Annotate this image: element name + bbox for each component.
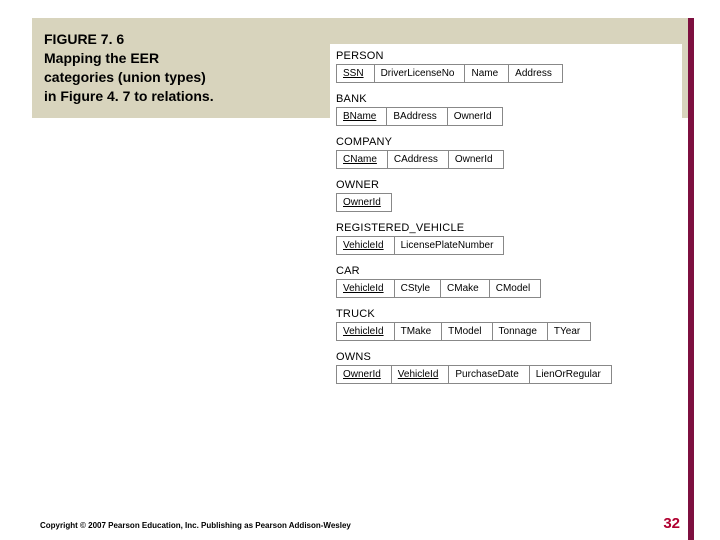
relation-block: PERSON SSNDriverLicenseNoNameAddress [336, 50, 676, 83]
relation-name: OWNER [336, 179, 676, 191]
relation-attribute: VehicleId [337, 323, 395, 340]
relation-schema-row: VehicleIdTMakeTModelTonnageTYear [336, 322, 591, 341]
relation-attribute: TYear [548, 323, 591, 340]
relation-block: TRUCK VehicleIdTMakeTModelTonnageTYear [336, 308, 676, 341]
relation-attribute: BAddress [387, 108, 447, 125]
relation-attribute: CAddress [388, 151, 449, 168]
relation-attribute: TModel [442, 323, 492, 340]
relation-name: OWNS [336, 351, 676, 363]
relation-attribute: Name [465, 65, 509, 82]
right-rule [688, 18, 694, 540]
relation-attribute: OwnerId [337, 194, 392, 211]
relation-attribute: OwnerId [337, 366, 392, 383]
relation-attribute: CModel [490, 280, 541, 297]
caption-line-3: categories (union types) [44, 68, 264, 87]
relation-attribute: BName [337, 108, 387, 125]
relation-schema-row: VehicleIdLicensePlateNumber [336, 236, 504, 255]
relation-block: COMPANY CNameCAddressOwnerId [336, 136, 676, 169]
relation-attribute: DriverLicenseNo [375, 65, 466, 82]
relation-attribute: OwnerId [449, 151, 504, 168]
relation-attribute: VehicleId [392, 366, 450, 383]
relation-block: OWNER OwnerId [336, 179, 676, 212]
relation-schema-row: SSNDriverLicenseNoNameAddress [336, 64, 563, 83]
relation-attribute: VehicleId [337, 280, 395, 297]
relation-attribute: CMake [441, 280, 490, 297]
relation-attribute: CName [337, 151, 388, 168]
caption-line-2: Mapping the EER [44, 49, 264, 68]
relation-attribute: CStyle [395, 280, 441, 297]
relation-name: BANK [336, 93, 676, 105]
relation-name: PERSON [336, 50, 676, 62]
relation-attribute: VehicleId [337, 237, 395, 254]
relation-block: OWNS OwnerIdVehicleIdPurchaseDateLienOrRe… [336, 351, 676, 384]
relation-attribute: SSN [337, 65, 375, 82]
relation-attribute: LienOrRegular [530, 366, 612, 383]
relation-schema-row: OwnerId [336, 193, 392, 212]
relation-attribute: OwnerId [448, 108, 503, 125]
relation-block: CAR VehicleIdCStyleCMakeCModel [336, 265, 676, 298]
relation-name: REGISTERED_VEHICLE [336, 222, 676, 234]
relations-diagram: PERSONSSNDriverLicenseNoNameAddressBANKB… [330, 44, 682, 404]
relation-attribute: Tonnage [493, 323, 548, 340]
relation-attribute: Address [509, 65, 563, 82]
relation-schema-row: OwnerIdVehicleIdPurchaseDateLienOrRegula… [336, 365, 612, 384]
caption-line-1: FIGURE 7. 6 [44, 30, 264, 49]
relation-name: CAR [336, 265, 676, 277]
relation-attribute: TMake [395, 323, 443, 340]
relation-block: BANK BNameBAddressOwnerId [336, 93, 676, 126]
relation-attribute: LicensePlateNumber [395, 237, 505, 254]
relation-name: TRUCK [336, 308, 676, 320]
page-number: 32 [663, 515, 680, 532]
relation-name: COMPANY [336, 136, 676, 148]
relation-attribute: PurchaseDate [449, 366, 529, 383]
relation-schema-row: VehicleIdCStyleCMakeCModel [336, 279, 541, 298]
relation-schema-row: BNameBAddressOwnerId [336, 107, 503, 126]
figure-caption: FIGURE 7. 6 Mapping the EER categories (… [44, 30, 264, 106]
relation-schema-row: CNameCAddressOwnerId [336, 150, 504, 169]
relation-block: REGISTERED_VEHICLE VehicleIdLicensePlateN… [336, 222, 676, 255]
caption-line-4: in Figure 4. 7 to relations. [44, 87, 264, 106]
copyright-footer: Copyright © 2007 Pearson Education, Inc.… [40, 521, 351, 530]
